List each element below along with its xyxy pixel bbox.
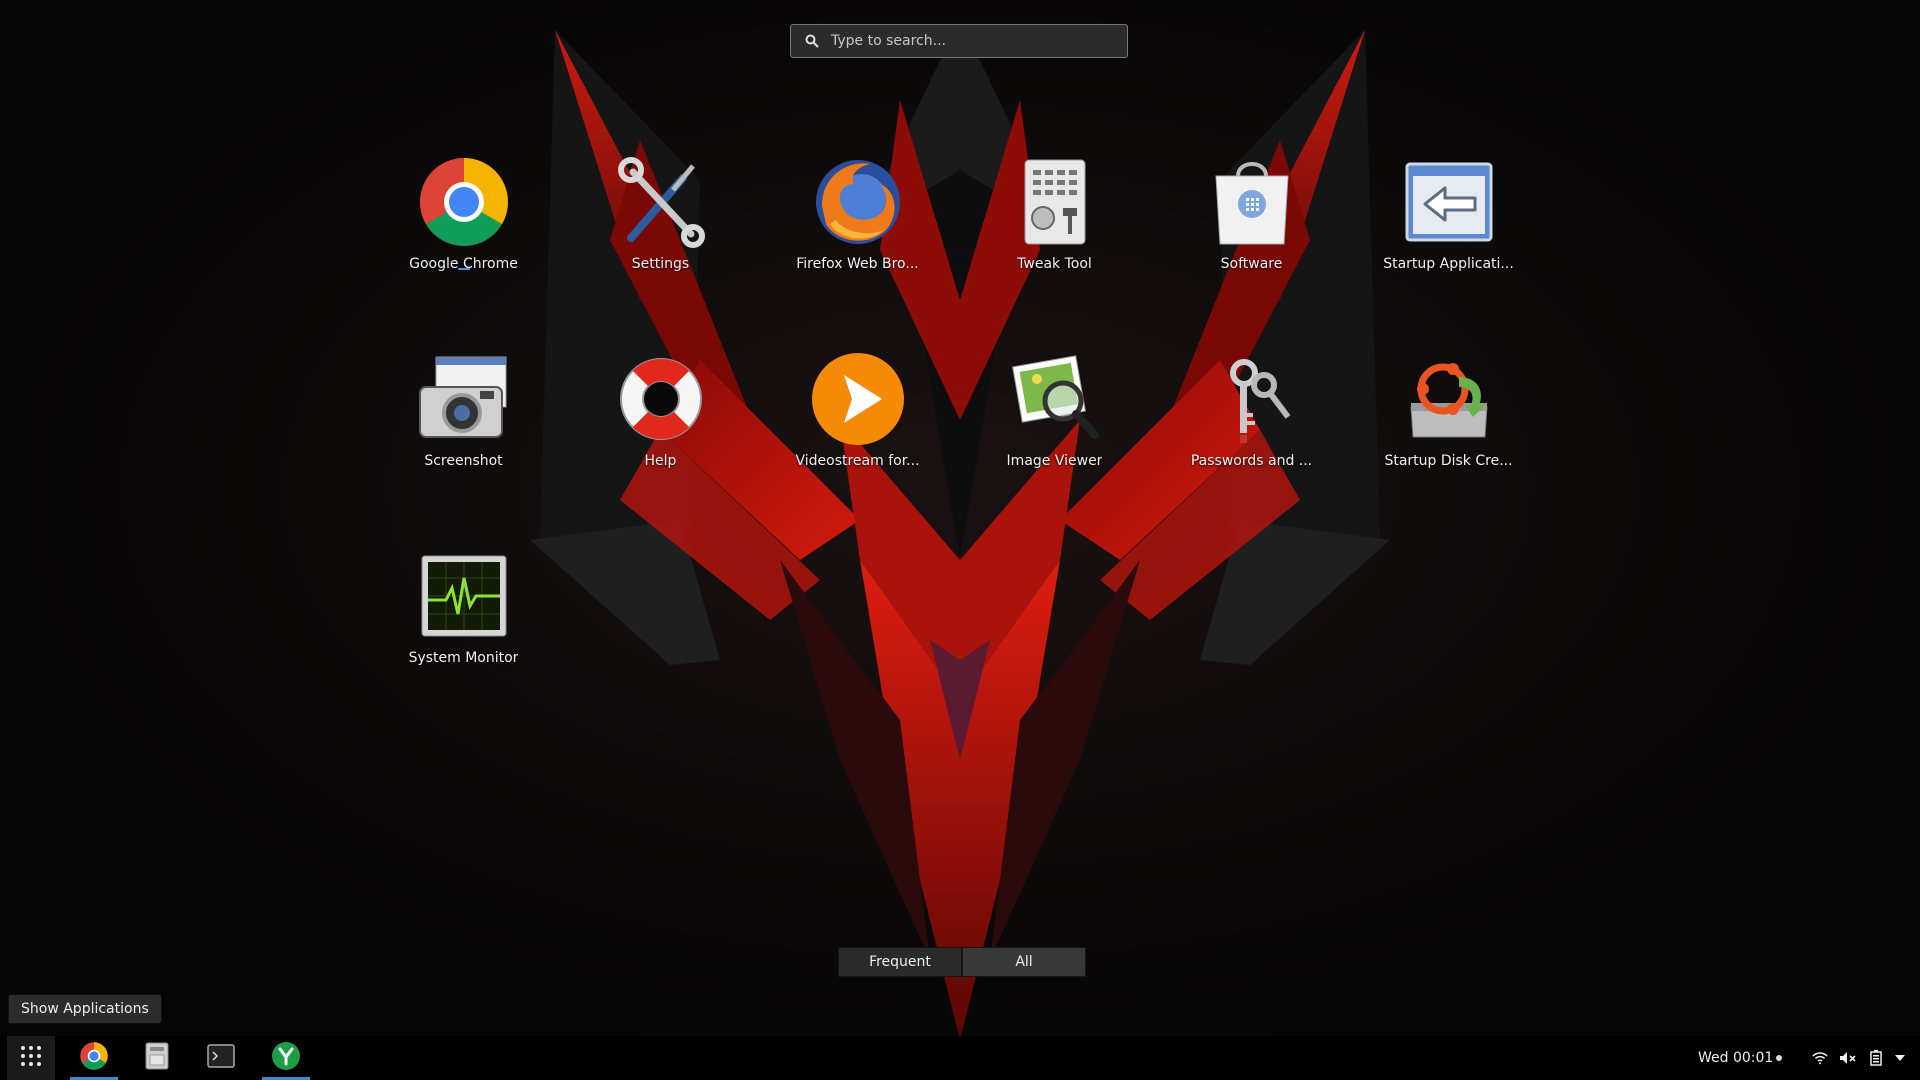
- taskbar: Wed 00:01: [0, 1036, 1920, 1080]
- menu-arrow-icon[interactable]: [1888, 1036, 1912, 1080]
- app-passwords-and-keys[interactable]: Passwords and ...: [1153, 347, 1350, 544]
- app-help[interactable]: Help: [562, 347, 759, 544]
- clock-text: Wed 00:01: [1698, 1050, 1774, 1066]
- app-label: Help: [644, 453, 677, 469]
- clock[interactable]: Wed 00:01: [1698, 1036, 1783, 1080]
- taskbar-yakyak[interactable]: [262, 1036, 310, 1080]
- chrome-icon: [416, 154, 512, 250]
- app-label: Settings: [631, 256, 690, 272]
- app-label: Image Viewer: [1006, 453, 1103, 469]
- app-firefox[interactable]: Firefox Web Bro...: [759, 150, 956, 347]
- app-screenshot[interactable]: Screenshot: [365, 347, 562, 544]
- taskbar-file-manager[interactable]: [133, 1036, 181, 1080]
- search-icon: [797, 24, 827, 58]
- wifi-icon[interactable]: [1808, 1036, 1832, 1080]
- system-monitor-icon: [416, 548, 512, 644]
- yakyak-icon: [271, 1041, 301, 1075]
- lifebuoy-icon: [613, 351, 709, 447]
- search-box[interactable]: [790, 24, 1128, 58]
- videostream-icon: [810, 351, 906, 447]
- app-label: System Monitor: [408, 650, 519, 666]
- app-label: Videostream for...: [795, 453, 920, 469]
- app-label: Software: [1220, 256, 1283, 272]
- app-startup-applications[interactable]: Startup Applicati...: [1350, 150, 1547, 347]
- app-videostream[interactable]: Videostream for...: [759, 347, 956, 544]
- app-settings[interactable]: Settings: [562, 150, 759, 347]
- firefox-icon: [810, 154, 906, 250]
- running-indicator: [457, 268, 470, 270]
- taskbar-chrome[interactable]: [70, 1036, 118, 1080]
- battery-icon[interactable]: [1864, 1036, 1888, 1080]
- app-startup-disk-creator[interactable]: Startup Disk Cre...: [1350, 347, 1547, 544]
- show-applications-tooltip: Show Applications: [8, 994, 162, 1024]
- image-viewer-icon: [1007, 351, 1103, 447]
- app-tweak-tool[interactable]: Tweak Tool: [956, 150, 1153, 347]
- app-label: Passwords and ...: [1190, 453, 1313, 469]
- app-label: Screenshot: [424, 453, 503, 469]
- app-label: Startup Disk Cre...: [1384, 453, 1513, 469]
- app-label: Startup Applicati...: [1383, 256, 1514, 272]
- app-label: Firefox Web Bro...: [796, 256, 919, 272]
- app-software[interactable]: Software: [1153, 150, 1350, 347]
- app-label: Tweak Tool: [1017, 256, 1092, 272]
- apps-grid-icon: [20, 1045, 42, 1071]
- volume-muted-icon[interactable]: [1836, 1036, 1860, 1080]
- app-grid: Google Chrome Settings Firefox Web Bro..…: [365, 150, 1565, 741]
- keys-icon: [1204, 351, 1300, 447]
- terminal-icon: [207, 1044, 235, 1072]
- startup-applications-icon: [1401, 154, 1497, 250]
- software-bag-icon: [1204, 154, 1300, 250]
- app-image-viewer[interactable]: Image Viewer: [956, 347, 1153, 544]
- search-input[interactable]: [827, 26, 1127, 56]
- frequent-button[interactable]: Frequent: [838, 947, 962, 977]
- chrome-icon: [79, 1041, 109, 1075]
- notification-dot: [1776, 1055, 1783, 1061]
- taskbar-terminal[interactable]: [197, 1036, 245, 1080]
- settings-tools-icon: [613, 154, 709, 250]
- file-manager-icon: [144, 1041, 170, 1075]
- tweak-tool-icon: [1007, 154, 1103, 250]
- startup-disk-icon: [1401, 351, 1497, 447]
- view-switcher: Frequent All: [838, 947, 1086, 977]
- show-applications-button[interactable]: [7, 1036, 55, 1080]
- app-system-monitor[interactable]: System Monitor: [365, 544, 562, 741]
- camera-icon: [416, 351, 512, 447]
- app-google-chrome[interactable]: Google Chrome: [365, 150, 562, 347]
- all-button[interactable]: All: [962, 947, 1086, 977]
